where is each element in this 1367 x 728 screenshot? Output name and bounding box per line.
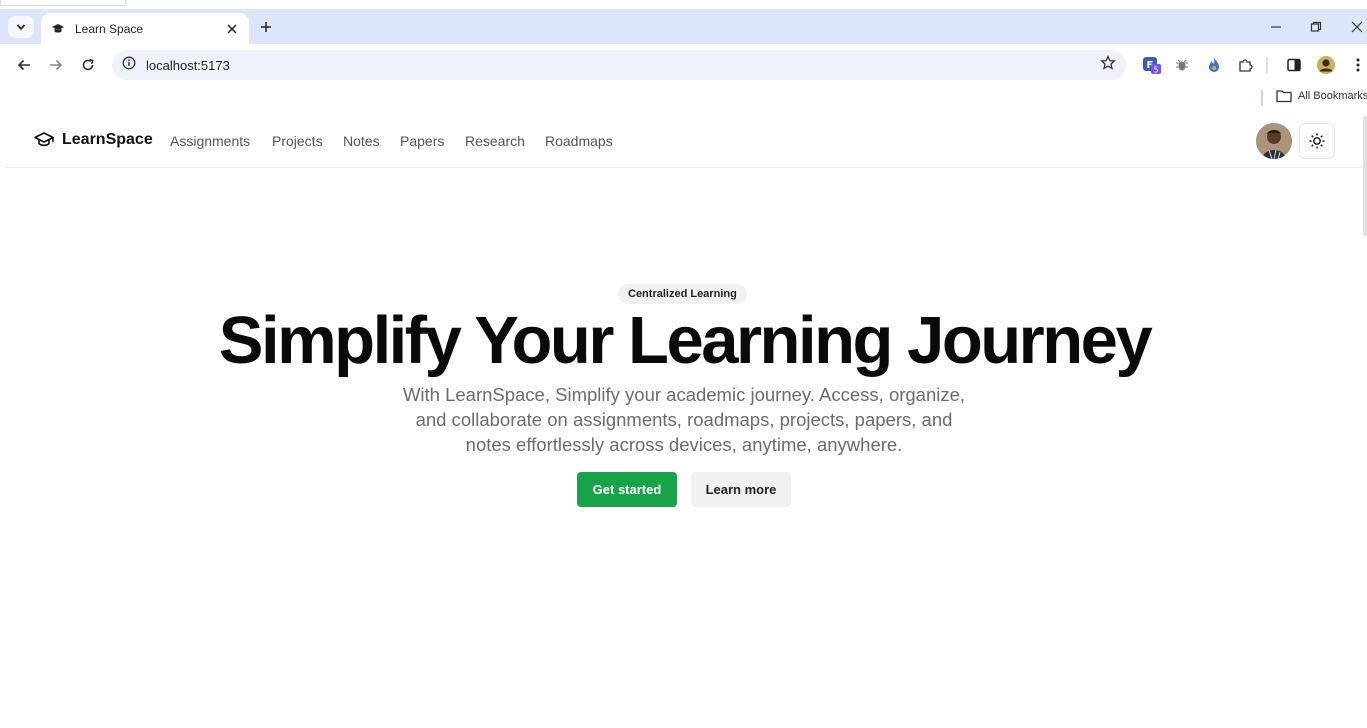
back-arrow-icon[interactable] [13,54,35,76]
theme-toggle-button[interactable] [1299,123,1335,159]
browser-toolbar: localhost:5173 F5 [0,44,1367,86]
bookmarks-divider [1261,90,1263,106]
bookmark-star-icon[interactable] [1100,54,1116,76]
hero-badge: Centralized Learning [618,284,747,304]
forward-arrow-icon[interactable] [45,54,67,76]
bookmarks-bar: All Bookmarks [0,86,1367,110]
site-header: LearnSpace Assignments Projects Notes Pa… [6,116,1363,168]
nav-link-roadmaps[interactable]: Roadmaps [545,133,613,149]
chevron-down-icon [16,24,26,31]
tab-title: Learn Space [75,21,144,36]
extensions-puzzle-icon[interactable] [1236,55,1256,75]
learn-more-button[interactable]: Learn more [691,472,791,507]
hero-title: Simplify Your Learning Journey [218,303,1153,378]
graduation-cap-icon [34,132,54,147]
user-avatar[interactable] [1256,123,1292,159]
brand-logo[interactable]: LearnSpace [34,130,153,150]
minimize-icon[interactable] [1266,17,1286,37]
profile-avatar-icon[interactable] [1316,55,1336,75]
tab-bar: Learn Space [0,9,1367,44]
sun-icon [1309,133,1325,149]
nav-link-notes[interactable]: Notes [343,133,380,149]
browser-tab[interactable]: Learn Space [41,13,249,44]
brand-name: LearnSpace [62,131,153,148]
side-panel-icon[interactable] [1284,55,1304,75]
close-tab-icon[interactable] [223,20,241,38]
nav-link-papers[interactable]: Papers [400,133,444,149]
svg-text:5: 5 [1154,66,1159,75]
all-bookmarks-button[interactable]: All Bookmarks [1276,89,1367,103]
hero-description-line: notes effortlessly across devices, anyti… [465,434,903,455]
toolbar-divider [1266,57,1268,73]
hero-description: With LearnSpace, Simplify your academic … [374,382,994,457]
nav-link-projects[interactable]: Projects [272,133,323,149]
tab-search-button[interactable] [8,16,34,38]
all-bookmarks-label: All Bookmarks [1298,90,1367,102]
hero-description-line: With LearnSpace, Simplify your academic … [402,384,966,405]
url-text[interactable]: localhost:5173 [146,58,1100,73]
folder-icon [1276,90,1292,103]
flame-extension-icon[interactable] [1204,55,1224,75]
bug-extension-icon[interactable] [1172,55,1192,75]
reload-icon[interactable] [77,54,99,76]
web-page: LearnSpace Assignments Projects Notes Pa… [6,116,1367,728]
close-window-icon[interactable] [1347,17,1367,37]
restore-icon[interactable] [1306,17,1326,37]
get-started-button[interactable]: Get started [577,472,677,507]
window-top-strip [0,0,1367,9]
new-tab-icon[interactable] [256,17,276,37]
nav-link-research[interactable]: Research [465,133,525,149]
nav-link-assignments[interactable]: Assignments [170,133,250,149]
graduation-cap-icon [49,20,67,38]
window-top-nub [0,0,126,6]
site-info-icon[interactable] [122,56,136,75]
hero-description-line: and collaborate on assignments, roadmaps… [415,409,953,430]
address-bar[interactable]: localhost:5173 [112,50,1126,80]
extension-f-icon[interactable]: F5 [1142,55,1162,75]
browser-menu-icon[interactable] [1348,55,1367,75]
page-scrollbar[interactable] [1363,116,1367,236]
